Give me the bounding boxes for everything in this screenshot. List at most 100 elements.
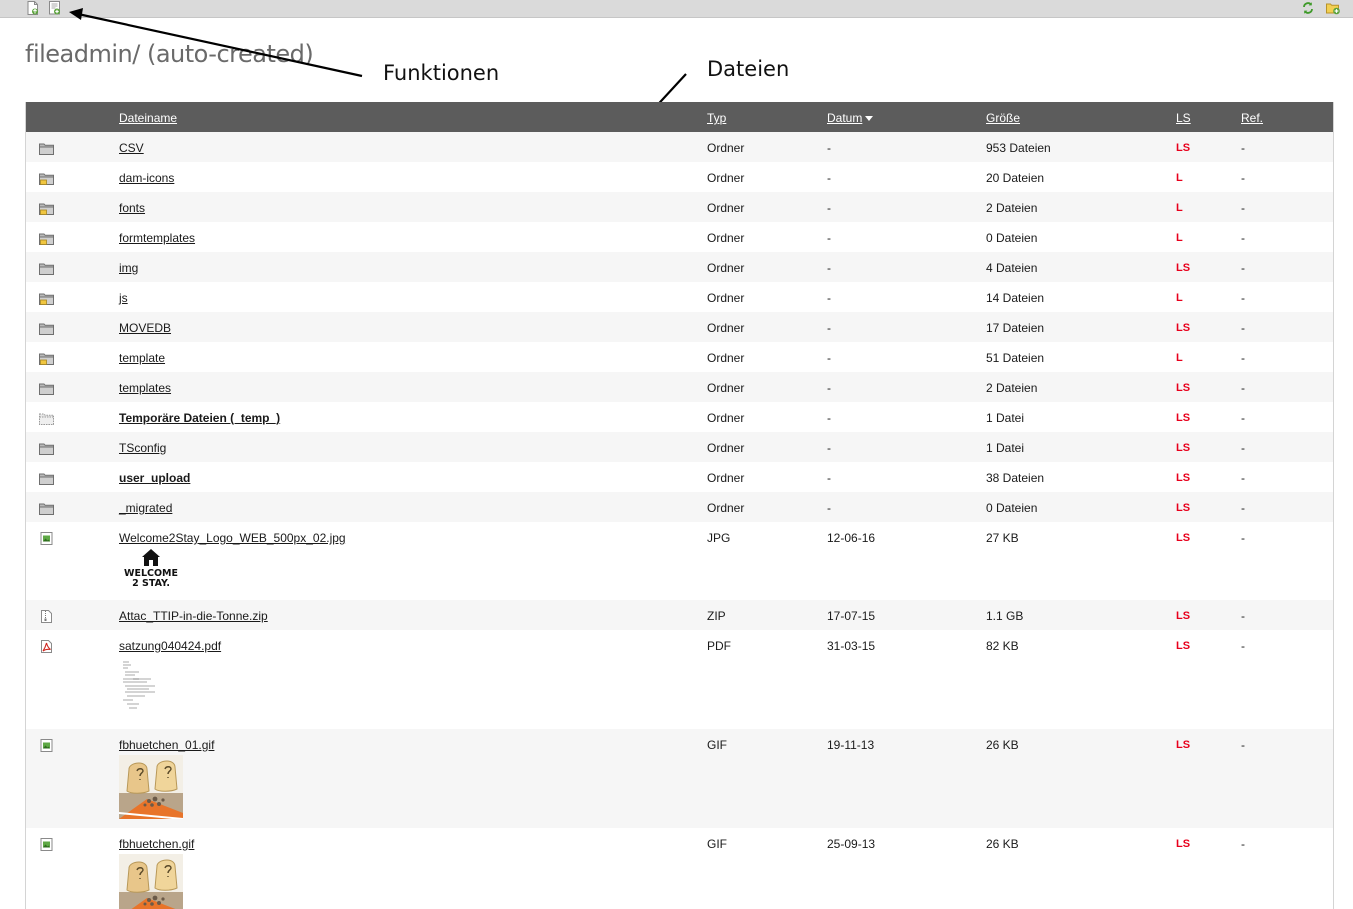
- file-size: 14 Dateien: [986, 291, 1045, 305]
- table-row: fbhuetchen.gif GIF 25-09-13 26 KB LS -: [26, 828, 1333, 909]
- table-row: fbhuetchen_01.gif GIF 19-11-13 26 KB LS -: [26, 729, 1333, 828]
- file-name-link[interactable]: TSconfig: [119, 441, 166, 455]
- ls-status[interactable]: L: [1176, 352, 1183, 364]
- ls-status[interactable]: LS: [1176, 610, 1190, 622]
- pdf-file-icon[interactable]: [39, 640, 54, 653]
- table-row: template Ordner - 51 Dateien L -: [26, 342, 1333, 372]
- file-date: -: [827, 171, 831, 185]
- ref-count: -: [1241, 231, 1245, 245]
- file-date: -: [827, 441, 831, 455]
- folder-icon[interactable]: [39, 322, 54, 335]
- ref-count: -: [1241, 441, 1245, 455]
- page-title: fileadmin/ (auto-created): [25, 40, 314, 68]
- file-size: 20 Dateien: [986, 171, 1045, 185]
- file-list: Dateiname Typ Datum Größe LS Ref. CSV Ord…: [25, 102, 1334, 909]
- column-header-date-label[interactable]: Datum: [827, 111, 862, 125]
- folder-icon[interactable]: [39, 262, 54, 275]
- file-size: 26 KB: [986, 738, 1019, 752]
- ls-status[interactable]: L: [1176, 232, 1183, 244]
- ls-status[interactable]: L: [1176, 172, 1183, 184]
- folder-icon[interactable]: [39, 442, 54, 455]
- file-type: Ordner: [707, 351, 745, 365]
- file-name-link[interactable]: dam-icons: [119, 171, 174, 185]
- file-name-link[interactable]: Temporäre Dateien (_temp_): [119, 411, 280, 425]
- pdf-thumbnail[interactable]: [119, 658, 163, 710]
- file-name-link[interactable]: fbhuetchen_01.gif: [119, 738, 214, 752]
- table-row: templates Ordner - 2 Dateien LS -: [26, 372, 1333, 402]
- locked-folder-icon[interactable]: [39, 172, 54, 185]
- ls-status[interactable]: LS: [1176, 838, 1190, 850]
- ls-status[interactable]: L: [1176, 292, 1183, 304]
- locked-folder-icon[interactable]: [39, 352, 54, 365]
- ls-status[interactable]: L: [1176, 202, 1183, 214]
- new-folder-icon[interactable]: [1326, 1, 1341, 15]
- ls-status[interactable]: LS: [1176, 412, 1190, 424]
- file-date: 17-07-15: [827, 609, 876, 623]
- file-type: Ordner: [707, 171, 745, 185]
- folder-icon[interactable]: [39, 502, 54, 515]
- ls-status[interactable]: LS: [1176, 142, 1190, 154]
- file-name-link[interactable]: user_upload: [119, 471, 190, 485]
- folder-icon[interactable]: [39, 142, 54, 155]
- ls-status[interactable]: LS: [1176, 472, 1190, 484]
- file-name-link[interactable]: _migrated: [119, 501, 172, 515]
- image-file-icon[interactable]: [39, 838, 54, 851]
- temp-folder-icon[interactable]: [39, 412, 54, 425]
- file-name-link[interactable]: js: [119, 291, 128, 305]
- column-header-size[interactable]: Größe: [986, 111, 1020, 125]
- file-size: 1 Datei: [986, 411, 1025, 425]
- file-name-link[interactable]: img: [119, 261, 138, 275]
- zip-file-icon[interactable]: [39, 610, 54, 623]
- upload-file-icon[interactable]: [27, 1, 39, 15]
- column-header-ls[interactable]: LS: [1176, 111, 1191, 125]
- ref-count: -: [1241, 171, 1245, 185]
- table-row: MOVEDB Ordner - 17 Dateien LS -: [26, 312, 1333, 342]
- file-name-link[interactable]: templates: [119, 381, 171, 395]
- image-thumbnail[interactable]: WELCOME 2 STAY.: [119, 548, 183, 589]
- file-name-link[interactable]: template: [119, 351, 165, 365]
- file-name-link[interactable]: Welcome2Stay_Logo_WEB_500px_02.jpg: [119, 531, 346, 545]
- column-header-name[interactable]: Dateiname: [119, 111, 177, 125]
- locked-folder-icon[interactable]: [39, 232, 54, 245]
- ls-status[interactable]: LS: [1176, 502, 1190, 514]
- image-file-icon[interactable]: [39, 739, 54, 752]
- locked-folder-icon[interactable]: [39, 292, 54, 305]
- ls-status[interactable]: LS: [1176, 322, 1190, 334]
- folder-icon[interactable]: [39, 472, 54, 485]
- file-date: 19-11-13: [827, 738, 875, 752]
- table-row: formtemplates Ordner - 0 Dateien L -: [26, 222, 1333, 252]
- ls-status[interactable]: LS: [1176, 442, 1190, 454]
- file-name-link[interactable]: satzung040424.pdf: [119, 639, 221, 653]
- file-name-link[interactable]: MOVEDB: [119, 321, 171, 335]
- file-date: -: [827, 261, 831, 275]
- ref-count: -: [1241, 261, 1245, 275]
- folder-icon[interactable]: [39, 382, 54, 395]
- file-name-link[interactable]: CSV: [119, 141, 144, 155]
- functions-annotation: Funktionen: [383, 61, 500, 85]
- file-date: -: [827, 231, 831, 245]
- image-file-icon[interactable]: [39, 532, 54, 545]
- column-header-ref[interactable]: Ref.: [1241, 111, 1263, 125]
- file-date: -: [827, 141, 831, 155]
- ref-count: -: [1241, 837, 1245, 851]
- new-file-icon[interactable]: [49, 1, 61, 15]
- column-header-type[interactable]: Typ: [707, 111, 726, 125]
- file-name-link[interactable]: formtemplates: [119, 231, 195, 245]
- ls-status[interactable]: LS: [1176, 640, 1190, 652]
- ref-count: -: [1241, 531, 1245, 545]
- files-annotation: Dateien: [707, 57, 790, 81]
- file-name-link[interactable]: Attac_TTIP-in-die-Tonne.zip: [119, 609, 268, 623]
- ls-status[interactable]: LS: [1176, 739, 1190, 751]
- image-thumbnail[interactable]: [118, 755, 184, 820]
- ls-status[interactable]: LS: [1176, 262, 1190, 274]
- column-header-date[interactable]: Datum: [827, 111, 874, 125]
- table-row: TSconfig Ordner - 1 Datei LS -: [26, 432, 1333, 462]
- file-name-link[interactable]: fbhuetchen.gif: [119, 837, 194, 851]
- file-size: 1.1 GB: [986, 609, 1024, 623]
- ls-status[interactable]: LS: [1176, 382, 1190, 394]
- file-name-link[interactable]: fonts: [119, 201, 145, 215]
- ls-status[interactable]: LS: [1176, 532, 1190, 544]
- image-thumbnail[interactable]: [119, 854, 183, 909]
- refresh-icon[interactable]: [1302, 1, 1314, 15]
- locked-folder-icon[interactable]: [39, 202, 54, 215]
